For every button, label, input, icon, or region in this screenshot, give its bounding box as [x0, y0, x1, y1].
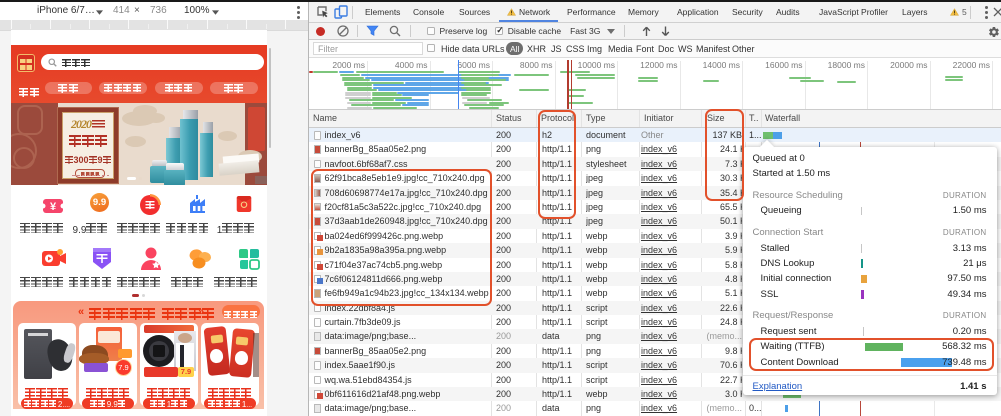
svg-text:¥: ¥ — [50, 201, 57, 213]
